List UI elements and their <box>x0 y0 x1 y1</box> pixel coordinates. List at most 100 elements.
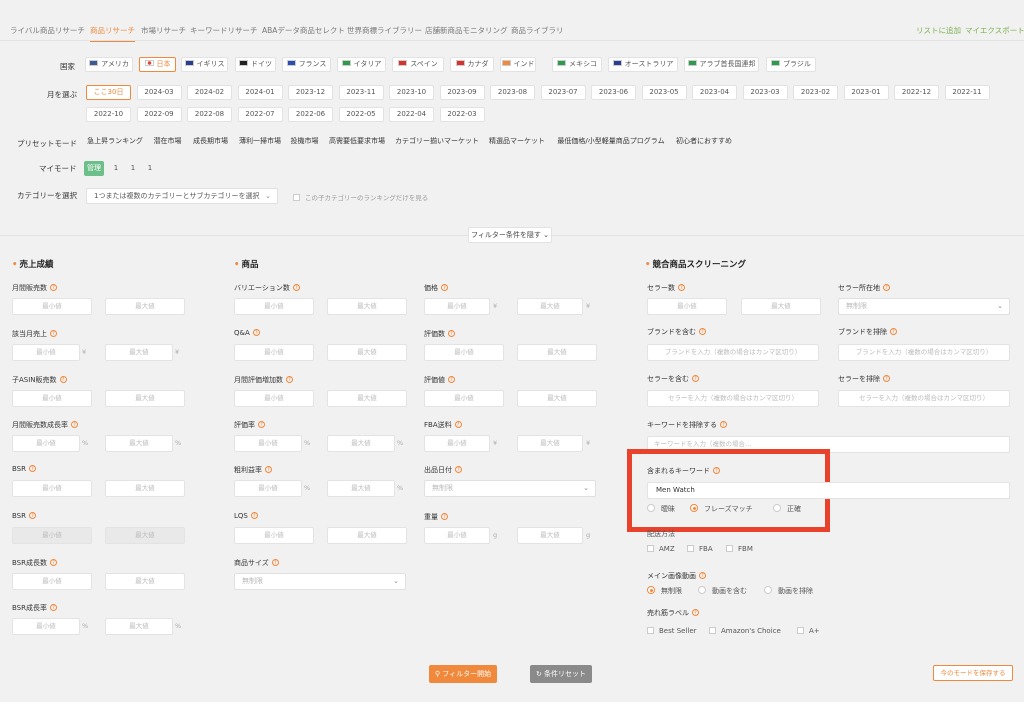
month-chip[interactable]: 2023-08 <box>490 85 535 100</box>
seller-exclude-input[interactable]: セラーを入力（複数の場合はカンマ区切り） <box>838 390 1010 407</box>
month-chip[interactable]: 2022-08 <box>187 107 232 122</box>
country-au[interactable]: オーストラリア <box>608 57 678 72</box>
sales-max-input[interactable]: 最大値 <box>105 618 173 635</box>
seller-count-max-input[interactable]: 最大値 <box>741 298 821 315</box>
month-chip[interactable]: 2024-03 <box>136 85 182 100</box>
country-it[interactable]: イタリア <box>337 57 386 72</box>
month-chip[interactable]: 2023-10 <box>389 85 434 100</box>
bestseller-option-choice[interactable]: Amazon's Choice <box>709 626 781 635</box>
preset-chip[interactable]: 初心者におすすめ <box>673 134 735 149</box>
country-fr[interactable]: フランス <box>282 57 331 72</box>
match-option-phrase[interactable]: フレーズマッチ <box>690 504 753 514</box>
tab-aba-select[interactable]: ABAデータ商品セレクト <box>262 22 345 40</box>
sales-max-input[interactable]: 最大値 <box>105 435 173 452</box>
tab-product-research[interactable]: 商品リサーチ <box>90 22 135 42</box>
country-in[interactable]: インド <box>500 57 536 72</box>
month-chip[interactable]: 2022-04 <box>389 107 434 122</box>
listing-date-select[interactable]: 無制限 ⌄ <box>424 480 596 497</box>
seller-include-input[interactable]: セラーを入力（複数の場合はカンマ区切り） <box>647 390 819 407</box>
sales-max-input[interactable]: 最大値 <box>105 298 185 315</box>
sales-min-input[interactable]: 最小値 <box>12 435 80 452</box>
tab-store-monitoring[interactable]: 店舗新商品モニタリング <box>425 22 508 40</box>
month-chip[interactable]: 2022-07 <box>237 107 283 122</box>
product-max-input[interactable]: 最大値 <box>517 435 583 452</box>
country-es[interactable]: スペイン <box>392 57 444 72</box>
month-chip[interactable]: 2023-04 <box>692 85 737 100</box>
main-video-option-include[interactable]: 動画を含む <box>698 586 747 596</box>
product-size-select[interactable]: 無制限 ⌄ <box>234 573 406 590</box>
save-mode-button[interactable]: 今のモードを保存する <box>933 665 1013 681</box>
country-de[interactable]: ドイツ <box>235 57 276 72</box>
product-min-input[interactable]: 最小値 <box>234 390 314 407</box>
sales-min-input[interactable]: 最小値 <box>12 573 92 590</box>
match-option-exact[interactable]: 正確 <box>773 504 801 514</box>
seller-location-select[interactable]: 無制限 ⌄ <box>838 298 1010 315</box>
brand-exclude-input[interactable]: ブランドを入力（複数の場合はカンマ区切り） <box>838 344 1010 361</box>
month-chip[interactable]: 2023-07 <box>540 85 586 100</box>
match-option-fuzzy[interactable]: 曖昧 <box>647 504 675 514</box>
month-chip[interactable]: 2022-05 <box>338 107 384 122</box>
product-max-input[interactable]: 最大値 <box>327 344 407 361</box>
preset-chip[interactable]: 潜在市場 <box>150 134 185 149</box>
preset-chip[interactable]: 高需要低要求市場 <box>325 134 389 149</box>
product-min-input[interactable]: 最小値 <box>234 480 302 497</box>
tab-product-library[interactable]: 商品ライブラリ <box>511 22 564 40</box>
child-category-checkbox[interactable]: この子カテゴリーのランキングだけを見る <box>293 192 428 202</box>
product-max-input[interactable]: 最大値 <box>517 344 597 361</box>
sales-min-input[interactable]: 最小値 <box>12 390 92 407</box>
month-chip[interactable]: 2023-05 <box>641 85 687 100</box>
start-filter-button[interactable]: ⚲ フィルター開始 <box>429 665 497 683</box>
sales-max-input[interactable]: 最大値 <box>105 480 185 497</box>
product-min-input[interactable]: 最小値 <box>234 344 314 361</box>
sales-max-input[interactable]: 最大値 <box>105 527 185 544</box>
bestseller-option-aplus[interactable]: A+ <box>797 626 820 635</box>
preset-chip[interactable]: 薄利一掃市場 <box>236 134 284 149</box>
product-max-input[interactable]: 最大値 <box>327 298 407 315</box>
month-chip[interactable]: 2023-09 <box>439 85 485 100</box>
main-video-option-exclude[interactable]: 動画を排除 <box>764 586 813 596</box>
mymode-item-2[interactable]: 1 <box>127 161 139 176</box>
preset-chip[interactable]: 投機市場 <box>288 134 321 149</box>
month-chip[interactable]: 2023-12 <box>288 85 333 100</box>
tab-market-research[interactable]: 市場リサーチ <box>141 22 186 40</box>
mymode-manage-button[interactable]: 管理 <box>84 161 104 176</box>
my-export-link[interactable]: マイエクスポート <box>965 22 1024 40</box>
sales-max-input[interactable]: 最大値 <box>105 390 185 407</box>
country-ca[interactable]: カナダ <box>450 57 494 72</box>
add-list-link[interactable]: リストに追加 <box>916 22 961 40</box>
product-min-input[interactable]: 最小値 <box>234 527 314 544</box>
tab-keyword-research[interactable]: キーワードリサーチ <box>190 22 258 40</box>
product-min-input[interactable]: 最小値 <box>424 527 490 544</box>
reset-button[interactable]: ↻ 条件リセット <box>530 665 592 683</box>
country-mx[interactable]: メキシコ <box>552 57 602 72</box>
month-chip[interactable]: 2023-02 <box>793 85 838 100</box>
preset-chip[interactable]: 急上昇ランキング <box>84 134 146 149</box>
sales-max-input[interactable]: 最大値 <box>105 344 173 361</box>
product-min-input[interactable]: 最小値 <box>424 344 504 361</box>
tab-trademark-library[interactable]: 世界商標ライブラリー <box>347 22 422 40</box>
sales-max-input[interactable]: 最大値 <box>105 573 185 590</box>
month-chip[interactable]: 2024-02 <box>187 85 232 100</box>
keyword-include-input[interactable]: Men Watch <box>647 482 823 499</box>
bestseller-option-best[interactable]: Best Seller <box>647 626 697 635</box>
sales-min-input[interactable]: 最小値 <box>12 527 92 544</box>
product-max-input[interactable]: 最大値 <box>517 298 583 315</box>
month-chip[interactable]: 2022-09 <box>136 107 182 122</box>
delivery-option-amz[interactable]: AMZ <box>647 544 675 553</box>
month-chip[interactable]: 2023-11 <box>338 85 384 100</box>
category-select[interactable]: 1つまたは複数のカテゴリーとサブカテゴリーを選択 ⌄ <box>86 188 278 204</box>
product-max-input[interactable]: 最大値 <box>517 390 597 407</box>
seller-count-min-input[interactable]: 最小値 <box>647 298 727 315</box>
month-chip[interactable]: 2022-12 <box>894 85 939 100</box>
month-chip[interactable]: 2024-01 <box>237 85 283 100</box>
country-us[interactable]: アメリカ <box>85 57 133 72</box>
preset-chip[interactable]: カテゴリー揃いマーケット <box>393 134 481 149</box>
preset-chip[interactable]: 成長期市場 <box>189 134 232 149</box>
product-min-input[interactable]: 最小値 <box>424 298 490 315</box>
delivery-option-fba[interactable]: FBA <box>687 544 713 553</box>
country-uk[interactable]: イギリス <box>181 57 228 72</box>
product-max-input[interactable]: 最大値 <box>327 435 395 452</box>
month-chip[interactable]: 2022-10 <box>86 107 131 122</box>
product-max-input[interactable]: 最大値 <box>517 527 583 544</box>
country-br[interactable]: ブラジル <box>766 57 816 72</box>
